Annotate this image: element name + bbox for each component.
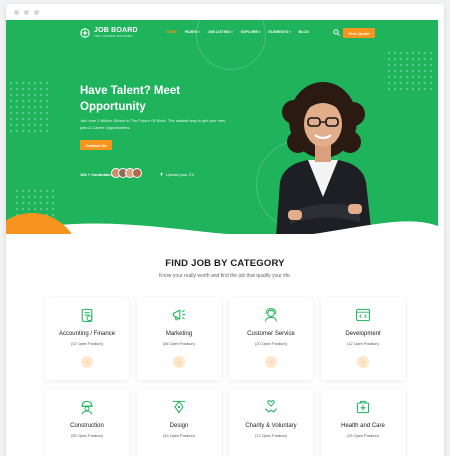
candidate-avatars xyxy=(111,168,142,178)
open-positions: (25 Open Position) xyxy=(347,434,379,438)
dot-pattern xyxy=(386,50,436,90)
category-card-development[interactable]: Development (12 Open Position) → xyxy=(321,297,405,380)
category-card-marketing[interactable]: Marketing (86 Open Position) → xyxy=(137,297,221,380)
chevron-down-icon: ▾ xyxy=(258,30,261,34)
window-dot[interactable] xyxy=(24,9,29,15)
finance-icon xyxy=(81,308,93,322)
category-card-health[interactable]: Health and Care (25 Open Position) xyxy=(321,389,405,456)
hero-wave-divider xyxy=(6,221,438,234)
upload-cv-label: Upload your CV xyxy=(166,172,195,177)
search-icon[interactable] xyxy=(333,29,340,36)
open-positions: (86 Open Position) xyxy=(163,342,195,346)
chevron-down-icon: ▾ xyxy=(198,30,200,34)
open-positions: (43 Open Position) xyxy=(163,434,195,438)
logo-icon xyxy=(80,27,90,38)
menu-item-elements[interactable]: ELEMENTS ▾ xyxy=(268,30,290,34)
category-name: Charity & Voluntary xyxy=(245,423,297,429)
charity-hands-icon xyxy=(265,400,277,413)
arrow-right-icon: → xyxy=(268,359,274,365)
megaphone-icon xyxy=(172,309,186,321)
section-title: FIND JOB BY CATEGORY xyxy=(165,258,285,269)
arrow-right-icon: → xyxy=(176,359,182,365)
open-positions: (12 Open Position) xyxy=(255,434,287,438)
category-name: Development xyxy=(345,331,381,337)
menu-label: BLOG xyxy=(298,30,309,34)
medical-kit-icon xyxy=(356,400,370,414)
window-dot[interactable] xyxy=(14,9,19,15)
support-agent-icon xyxy=(264,308,278,322)
category-name: Construction xyxy=(70,423,104,429)
category-arrow-button[interactable]: → xyxy=(81,356,93,368)
pen-tool-icon xyxy=(172,400,186,414)
arrow-right-icon: → xyxy=(360,359,366,365)
category-card-charity[interactable]: Charity & Voluntary (12 Open Position) xyxy=(229,389,313,456)
hero-title: Have Talent? Meet Opportunity xyxy=(80,85,181,113)
category-card-customer-service[interactable]: Customer Service (20 Open Position) → xyxy=(229,297,313,380)
open-positions: (20 Open Position) xyxy=(255,342,287,346)
category-name: Customer Service xyxy=(247,331,295,337)
menu-label: EXPLORE xyxy=(240,30,258,34)
open-positions: (55 Open Position) xyxy=(71,434,103,438)
menu-item-blog[interactable]: BLOG xyxy=(299,30,309,34)
menu-label: PAGES xyxy=(184,30,198,34)
upload-icon xyxy=(160,172,163,176)
menu-label: HOME xyxy=(166,30,177,34)
open-positions: (02 Open Position) xyxy=(71,342,103,346)
free-quote-button[interactable]: Free Quote xyxy=(343,28,375,38)
category-name: Marketing xyxy=(165,331,193,337)
hero-section: JOB BOARD THE CAREER MASTERS HOME PAGES ▾… xyxy=(6,20,438,234)
open-positions: (12 Open Position) xyxy=(347,342,379,346)
menu-item-explore[interactable]: EXPLORE ▾ xyxy=(241,30,261,34)
section-subtitle: Know your really worth and find the job … xyxy=(158,273,292,279)
logo-title: JOB BOARD xyxy=(94,27,138,34)
main-menu: HOME PAGES ▾ JOB LISTING ▾ EXPLORE ▾ ELEMEN… xyxy=(166,30,309,34)
dot-pattern xyxy=(6,80,52,136)
upload-cv-link[interactable]: Upload your CV xyxy=(159,172,194,177)
construction-worker-icon xyxy=(81,400,93,415)
category-arrow-button[interactable]: → xyxy=(173,356,185,368)
menu-label: JOB LISTING xyxy=(207,30,231,34)
category-arrow-button[interactable]: → xyxy=(357,356,369,368)
chevron-down-icon: ▾ xyxy=(289,30,291,34)
site-logo[interactable]: JOB BOARD THE CAREER MASTERS xyxy=(80,27,138,38)
category-name: Health and Care xyxy=(341,423,385,429)
category-card-accounting[interactable]: Accounting / Finance (02 Open Position) … xyxy=(45,297,129,380)
menu-item-job-listing[interactable]: JOB LISTING ▾ xyxy=(208,30,233,34)
window-controls xyxy=(6,4,444,20)
top-navbar: JOB BOARD THE CAREER MASTERS HOME PAGES ▾… xyxy=(6,20,438,46)
menu-item-home[interactable]: HOME xyxy=(166,30,177,34)
candidates-count: 10k + Candidates xyxy=(80,172,113,177)
chevron-down-icon: ▾ xyxy=(231,30,233,34)
category-name: Accounting / Finance xyxy=(58,331,116,337)
menu-item-pages[interactable]: PAGES ▾ xyxy=(185,30,200,34)
arrow-right-icon: → xyxy=(84,359,90,365)
code-window-icon xyxy=(356,308,370,322)
category-name: Design xyxy=(169,423,189,429)
avatar xyxy=(132,168,142,178)
logo-tagline: THE CAREER MASTERS xyxy=(94,34,133,38)
window-dot[interactable] xyxy=(34,9,39,15)
menu-label: ELEMENTS xyxy=(268,30,288,34)
category-card-construction[interactable]: Construction (55 Open Position) xyxy=(45,389,129,456)
contact-us-button[interactable]: Contact Us xyxy=(80,140,112,150)
category-arrow-button[interactable]: → xyxy=(265,356,277,368)
category-card-design[interactable]: Design (43 Open Position) xyxy=(137,389,221,456)
hero-description: Join over 2 Million Others in The Future… xyxy=(80,118,226,130)
